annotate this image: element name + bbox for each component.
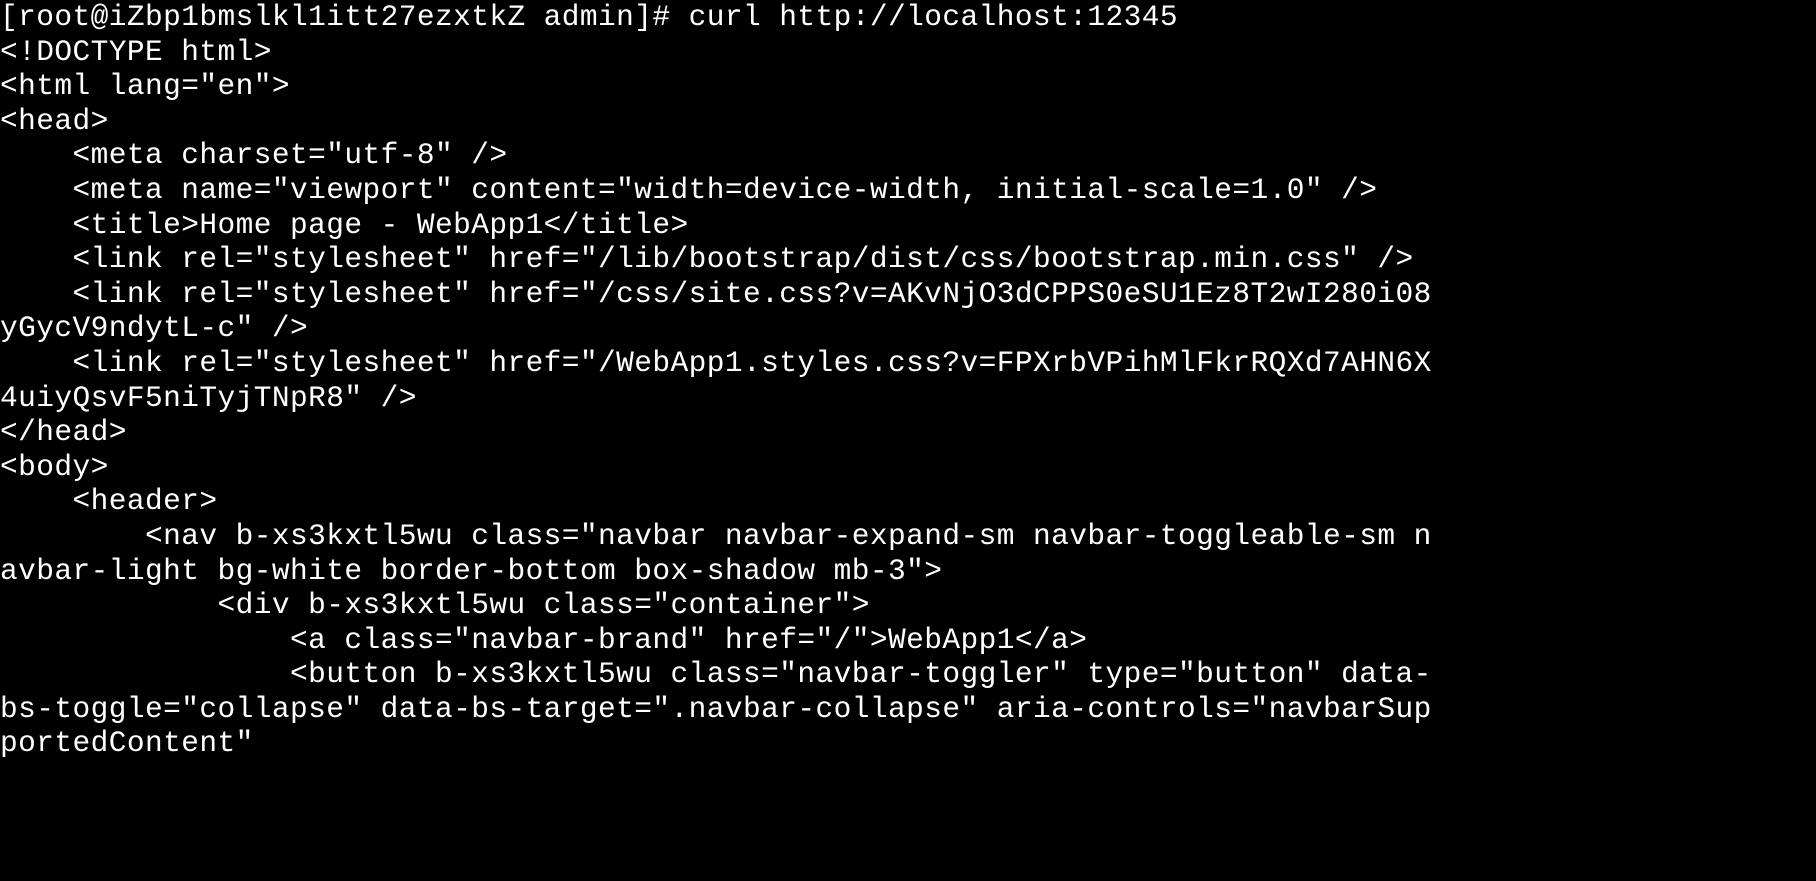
terminal-line: <html lang="en"> [0, 69, 290, 104]
terminal-line: <button b-xs3kxtl5wu class="navbar-toggl… [0, 657, 1432, 692]
terminal-line: <!DOCTYPE html> [0, 34, 272, 69]
terminal-line: <a class="navbar-brand" href="/">WebApp1… [0, 622, 1088, 657]
terminal-line: <meta name="viewport" content="width=dev… [0, 172, 1378, 207]
terminal-line: bs-toggle="collapse" data-bs-target=".na… [0, 691, 1432, 726]
terminal-line: <link rel="stylesheet" href="/WebApp1.st… [0, 345, 1432, 380]
terminal-line: yGycV9ndytL-c" /> [0, 311, 309, 346]
terminal-line: <body> [0, 449, 109, 484]
terminal-line: <nav b-xs3kxtl5wu class="navbar navbar-e… [0, 518, 1432, 553]
terminal-line: <div b-xs3kxtl5wu class="container"> [0, 588, 870, 623]
terminal-line: 4uiyQsvF5niTyjTNpR8" /> [0, 380, 417, 415]
terminal-line-prompt-command: [root@iZbp1bmslkl1itt27ezxtkZ admin]# cu… [0, 0, 1178, 34]
terminal-line: <title>Home page - WebApp1</title> [0, 207, 689, 242]
terminal-line: avbar-light bg-white border-bottom box-s… [0, 553, 943, 588]
terminal-line: portedContent" [0, 726, 254, 761]
terminal-line: <head> [0, 103, 109, 138]
terminal-window[interactable]: [root@iZbp1bmslkl1itt27ezxtkZ admin]# cu… [0, 0, 1816, 881]
terminal-line: <meta charset="utf-8" /> [0, 138, 508, 173]
terminal-line: </head> [0, 415, 127, 450]
terminal-line: <header> [0, 484, 218, 519]
terminal-line: <link rel="stylesheet" href="/css/site.c… [0, 276, 1432, 311]
terminal-line: <link rel="stylesheet" href="/lib/bootst… [0, 242, 1414, 277]
